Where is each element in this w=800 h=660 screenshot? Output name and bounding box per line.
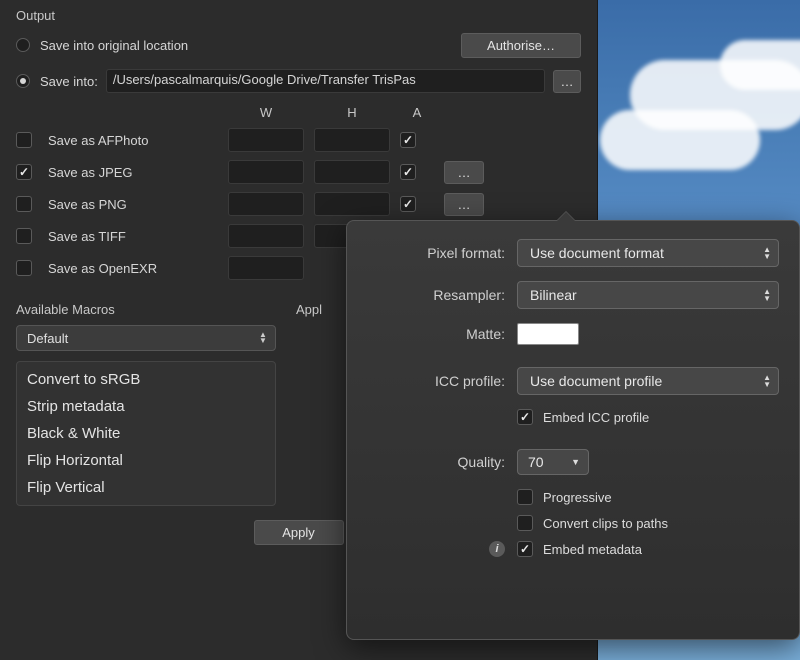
col-header-h: H <box>314 105 390 120</box>
list-item[interactable]: Black & White <box>17 420 275 447</box>
icc-profile-select[interactable]: Use document profile ▲▼ <box>517 367 779 395</box>
radio-save-into[interactable] <box>16 74 30 88</box>
embed-icc-label: Embed ICC profile <box>543 410 649 425</box>
col-header-a: A <box>400 105 434 120</box>
width-input[interactable] <box>228 192 304 216</box>
width-input[interactable] <box>228 224 304 248</box>
width-input[interactable] <box>228 160 304 184</box>
pixel-format-label: Pixel format: <box>367 245 517 261</box>
updown-icon: ▲▼ <box>257 332 269 344</box>
format-label: Save as JPEG <box>48 165 218 180</box>
embed-icc-checkbox[interactable] <box>517 409 533 425</box>
height-input[interactable] <box>314 128 390 152</box>
radio-save-original[interactable] <box>16 38 30 52</box>
list-item[interactable]: Convert to sRGB <box>17 366 275 393</box>
icc-profile-label: ICC profile: <box>367 373 517 389</box>
progressive-checkbox[interactable] <box>517 489 533 505</box>
available-macros-title: Available Macros <box>16 302 276 317</box>
list-item[interactable]: Flip Horizontal <box>17 447 275 474</box>
browse-button[interactable]: … <box>553 70 581 93</box>
format-check-afphoto[interactable] <box>16 132 32 148</box>
updown-icon: ▲▼ <box>763 374 771 388</box>
height-input[interactable] <box>314 160 390 184</box>
format-options-jpeg[interactable]: … <box>444 161 484 184</box>
format-label: Save as AFPhoto <box>48 133 218 148</box>
matte-color-swatch[interactable] <box>517 323 579 345</box>
caret-down-icon: ▼ <box>571 457 580 467</box>
aspect-check[interactable] <box>400 196 416 212</box>
output-section-title: Output <box>16 8 581 23</box>
format-label: Save as TIFF <box>48 229 218 244</box>
pixel-format-select[interactable]: Use document format ▲▼ <box>517 239 779 267</box>
width-input[interactable] <box>228 128 304 152</box>
quality-label: Quality: <box>367 454 517 470</box>
height-input[interactable] <box>314 192 390 216</box>
save-into-path-field[interactable]: /Users/pascalmarquis/Google Drive/Transf… <box>106 69 545 93</box>
format-check-tiff[interactable] <box>16 228 32 244</box>
format-check-jpeg[interactable] <box>16 164 32 180</box>
jpeg-options-popover: Pixel format: Use document format ▲▼ Res… <box>346 220 800 640</box>
embed-metadata-label: Embed metadata <box>543 542 642 557</box>
list-item[interactable]: Flip Vertical <box>17 474 275 501</box>
save-original-label: Save into original location <box>40 38 188 53</box>
updown-icon: ▲▼ <box>763 246 771 260</box>
updown-icon: ▲▼ <box>763 288 771 302</box>
convert-clips-checkbox[interactable] <box>517 515 533 531</box>
aspect-check[interactable] <box>400 164 416 180</box>
save-into-label: Save into: <box>40 74 98 89</box>
aspect-check[interactable] <box>400 132 416 148</box>
resampler-select[interactable]: Bilinear ▲▼ <box>517 281 779 309</box>
apply-button[interactable]: Apply <box>254 520 344 545</box>
macro-set-select[interactable]: Default ▲▼ <box>16 325 276 351</box>
col-header-w: W <box>228 105 304 120</box>
quality-select[interactable]: 70 ▼ <box>517 449 589 475</box>
resampler-label: Resampler: <box>367 287 517 303</box>
authorise-button[interactable]: Authorise… <box>461 33 581 58</box>
macro-listbox[interactable]: Convert to sRGB Strip metadata Black & W… <box>16 361 276 506</box>
format-check-png[interactable] <box>16 196 32 212</box>
format-label: Save as PNG <box>48 197 218 212</box>
format-check-openexr[interactable] <box>16 260 32 276</box>
width-input[interactable] <box>228 256 304 280</box>
progressive-label: Progressive <box>543 490 612 505</box>
info-icon[interactable]: i <box>489 541 505 557</box>
embed-metadata-checkbox[interactable] <box>517 541 533 557</box>
convert-clips-label: Convert clips to paths <box>543 516 668 531</box>
format-options-png[interactable]: … <box>444 193 484 216</box>
list-item[interactable]: Strip metadata <box>17 393 275 420</box>
format-label: Save as OpenEXR <box>48 261 218 276</box>
matte-label: Matte: <box>367 326 517 342</box>
